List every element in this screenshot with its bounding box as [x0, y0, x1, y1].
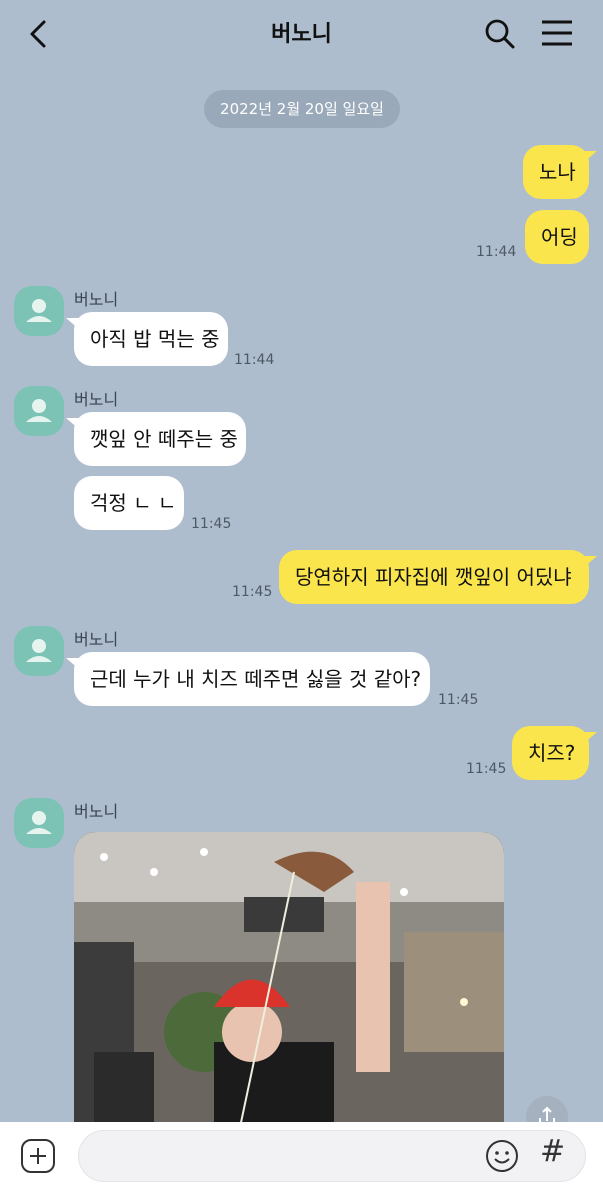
message-time: 11:45 [191, 516, 232, 532]
avatar-icon[interactable] [14, 286, 64, 336]
my-message-bubble[interactable]: 치즈? [512, 726, 597, 780]
plus-icon[interactable] [20, 1138, 56, 1174]
their-message-bubble[interactable]: 깻잎 안 떼주는 중 [66, 412, 246, 466]
message-time: 11:44 [476, 244, 517, 260]
avatar-icon[interactable] [14, 798, 64, 848]
message-time: 11:45 [232, 584, 273, 600]
hash-icon[interactable]: # [540, 1134, 565, 1169]
my-message-bubble[interactable]: 어딩 [525, 210, 589, 264]
photo-content [74, 832, 504, 1132]
their-message-bubble[interactable]: 근데 누가 내 치즈 떼주면 싫을 것 같아? [66, 652, 430, 706]
message-time: 11:44 [234, 352, 275, 368]
search-icon[interactable] [480, 14, 520, 54]
photo-message[interactable] [74, 832, 504, 1132]
chat-header: 버노니 [0, 0, 603, 68]
avatar-icon[interactable] [14, 626, 64, 676]
sender-name: 버노니 [74, 630, 119, 649]
sender-name: 버노니 [74, 802, 119, 821]
date-divider: 2022년 2월 20일 일요일 [204, 90, 400, 128]
my-message-bubble[interactable]: 노나 [523, 145, 597, 199]
sender-name: 버노니 [74, 390, 119, 409]
avatar-icon[interactable] [14, 386, 64, 436]
emoji-icon[interactable] [484, 1138, 520, 1174]
message-time: 11:45 [466, 761, 507, 777]
their-message-bubble[interactable]: 아직 밥 먹는 중 [66, 312, 228, 366]
their-message-bubble[interactable]: 걱정 ㄴ ㄴ [74, 476, 184, 530]
my-message-bubble[interactable]: 당연하지 피자집에 깻잎이 어딨냐 [279, 550, 597, 604]
message-time: 11:45 [438, 692, 479, 708]
sender-name: 버노니 [74, 290, 119, 309]
menu-icon[interactable] [538, 16, 576, 50]
message-input-bar: # [0, 1122, 603, 1200]
